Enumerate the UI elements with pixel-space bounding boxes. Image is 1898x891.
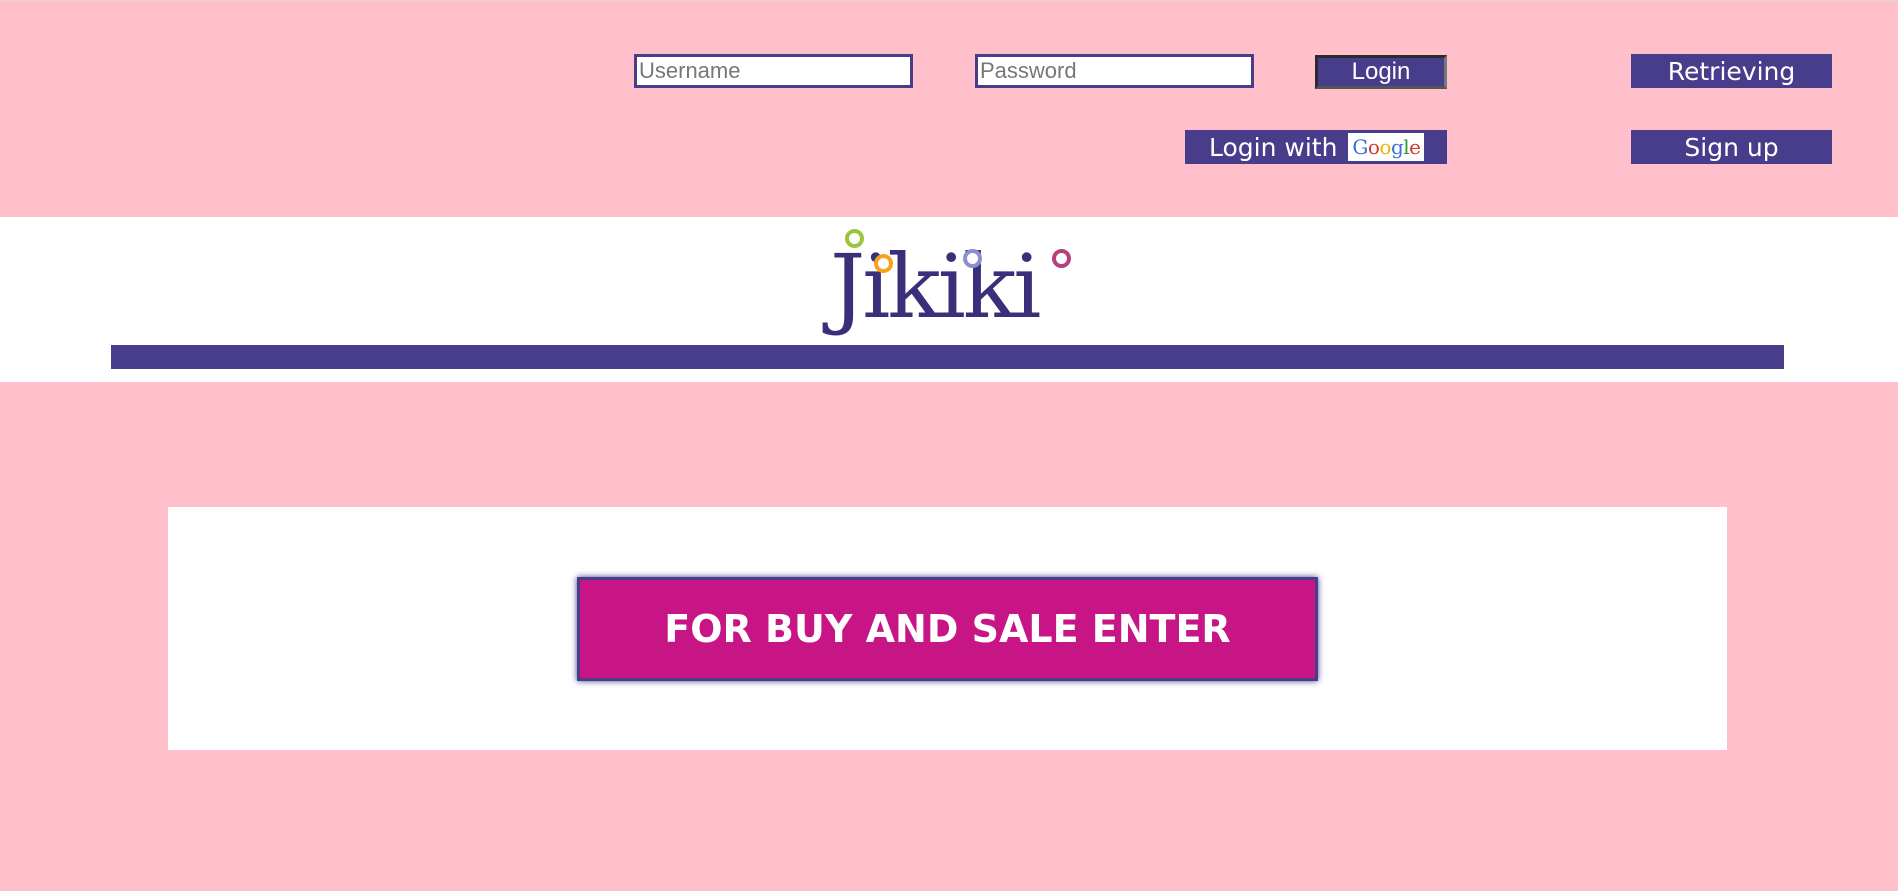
page: Login Retrieving Login with Google Sign … <box>0 0 1898 891</box>
buy-and-sale-enter-button[interactable]: FOR BUY AND SALE ENTER <box>577 577 1318 681</box>
header-band: Jikiki <box>0 217 1898 382</box>
password-input[interactable] <box>975 54 1254 88</box>
login-button[interactable]: Login <box>1315 55 1447 89</box>
signup-button-label: Sign up <box>1684 132 1779 162</box>
logo-dot-blue-icon <box>963 249 982 268</box>
logo-text: Jikiki <box>830 235 1041 338</box>
jikiki-logo[interactable]: Jikiki <box>830 227 1080 337</box>
google-logo-icon: Google <box>1348 133 1425 161</box>
login-with-google-button[interactable]: Login with Google <box>1185 130 1447 164</box>
logo-dot-magenta-icon <box>1052 249 1071 268</box>
enter-button-label: FOR BUY AND SALE ENTER <box>664 607 1231 651</box>
login-with-label: Login with <box>1209 132 1338 162</box>
username-input[interactable] <box>634 54 913 88</box>
login-button-label: Login <box>1351 58 1411 85</box>
retrieving-button-label: Retrieving <box>1667 56 1796 86</box>
content-card: FOR BUY AND SALE ENTER <box>168 507 1727 750</box>
retrieving-button[interactable]: Retrieving <box>1631 54 1832 88</box>
top-auth-bar: Login Retrieving Login with Google Sign … <box>0 0 1898 217</box>
logo-dot-orange-icon <box>874 254 893 273</box>
nav-bar <box>111 345 1784 369</box>
signup-button[interactable]: Sign up <box>1631 130 1832 164</box>
logo-dot-green-icon <box>845 229 864 248</box>
